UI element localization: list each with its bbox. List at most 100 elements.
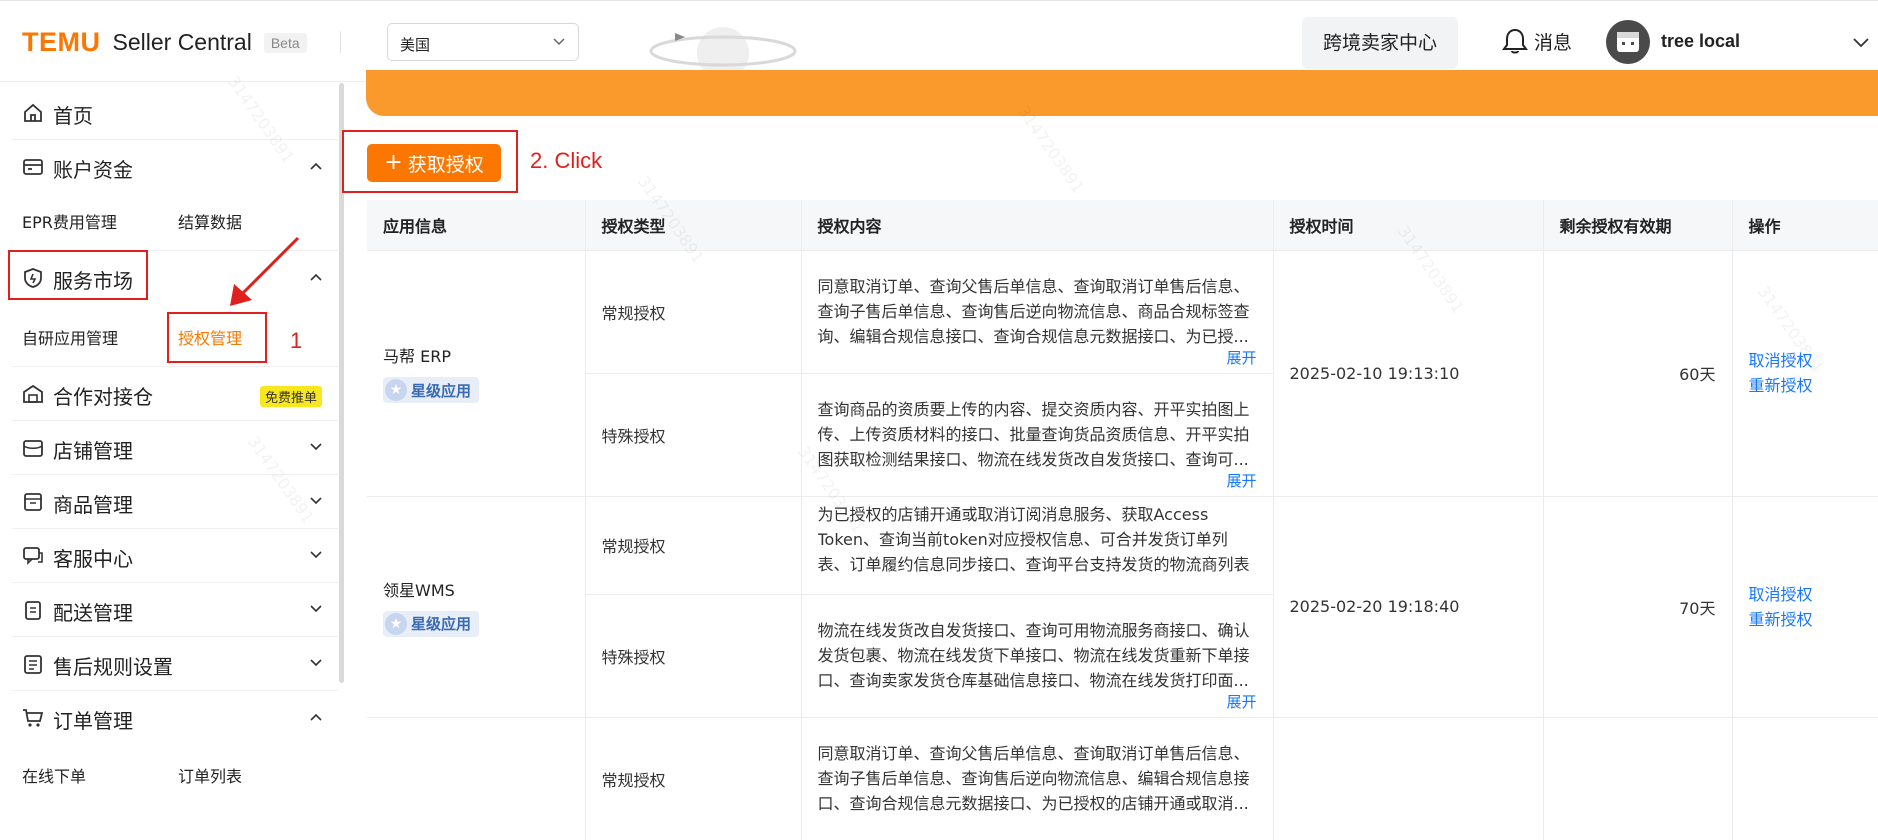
plus-icon: + [384, 150, 403, 175]
avatar[interactable] [1606, 20, 1650, 64]
chevron-down-icon [310, 497, 322, 505]
sidebar-item-goods[interactable]: 商品管理 [0, 475, 338, 527]
star-app-badge: ★ 星级应用 [383, 610, 480, 637]
home-icon [24, 103, 42, 122]
expand-link[interactable]: 展开 [1226, 346, 1256, 371]
auth-time [1273, 716, 1544, 840]
sidebar-item-home[interactable]: 首页 [0, 86, 338, 138]
star-icon: ★ [385, 612, 407, 635]
messages-button[interactable]: 消息 [1502, 27, 1572, 55]
sidebar-item-label: 配送管理 [53, 601, 133, 625]
region-value: 美国 [400, 36, 431, 54]
auth-time: 2025-02-20 19:18:40 [1273, 495, 1544, 717]
sidebar-item-label: 客服中心 [53, 547, 133, 571]
auth-type: 常规授权 [585, 716, 802, 840]
chevron-down-icon [310, 443, 322, 451]
table-row: 常规授权 同意取消订单、查询父售后单信息、查询取消订单售后信息、查询子售后单信息… [367, 716, 1878, 840]
watermark: 3147203891 [1013, 102, 1088, 197]
sidebar-subitem-order-list[interactable]: 订单列表 [178, 763, 242, 787]
sidebar-item-store[interactable]: 店铺管理 [0, 421, 338, 473]
sidebar-item-orders[interactable]: 订单管理 [0, 691, 338, 743]
header-divider [340, 31, 341, 53]
expand-link[interactable]: 展开 [1226, 690, 1256, 715]
sidebar-item-label: 售后规则设置 [53, 655, 173, 679]
auth-type: 特殊授权 [585, 593, 802, 717]
store-icon [23, 440, 43, 457]
annotation-step-2: 2. Click [530, 148, 603, 173]
star-app-label: 星级应用 [411, 615, 472, 633]
auth-type: 特殊授权 [585, 372, 802, 496]
beta-badge: Beta [263, 32, 307, 53]
column-header: 授权类型 [585, 200, 802, 250]
sidebar-subitem-settlement[interactable]: 结算数据 [178, 209, 242, 233]
table-header-row: 应用信息 授权类型 授权内容 授权时间 剩余授权有效期 操作 [367, 200, 1878, 250]
star-app-label: 星级应用 [411, 381, 472, 400]
user-name[interactable]: tree local [1661, 31, 1740, 52]
star-icon: ★ [385, 379, 407, 401]
operations-cell: 取消授权 重新授权 [1732, 495, 1878, 717]
annotation-box-service-market [8, 250, 148, 300]
chevron-up-icon [310, 713, 322, 721]
warehouse-icon [23, 384, 43, 403]
globe-decoration-icon [649, 27, 797, 71]
sidebar-item-after-sale-rules[interactable]: 售后规则设置 [0, 637, 338, 689]
remaining-validity [1543, 716, 1733, 840]
cancel-authorization-link[interactable]: 取消授权 [1749, 348, 1863, 373]
logo[interactable]: TEMU Seller Central Beta [22, 27, 307, 58]
chevron-down-icon [310, 551, 322, 559]
notice-banner [366, 70, 1878, 116]
table-row: 领星WMS ★ 星级应用 常规授权 为已授权的店铺开通或取消订阅消息服务、获取A… [367, 495, 1878, 717]
user-avatar-icon [1617, 32, 1639, 52]
acquire-authorization-label: 获取授权 [407, 153, 484, 176]
sidebar-item-label: 账户资金 [53, 158, 133, 182]
cross-border-center-button[interactable]: 跨境卖家中心 [1302, 17, 1458, 69]
sidebar-item-label: 合作对接仓 [53, 385, 153, 409]
sidebar: 首页 账户资金 EPR费用管理 结算数据 服务市场 自研应用管理 授权管理 合作… [0, 83, 346, 790]
cancel-authorization-link[interactable]: 取消授权 [1749, 582, 1863, 607]
sidebar-subitem-epr[interactable]: EPR费用管理 [22, 209, 117, 233]
sidebar-item-label: 店铺管理 [53, 439, 133, 463]
auth-content: 同意取消订单、查询父售后单信息、查询取消订单售后信息、查询子售后单信息、查询售后… [817, 744, 1250, 814]
auth-content: 为已授权的店铺开通或取消订阅消息服务、获取Access Token、查询当前to… [817, 504, 1250, 574]
sidebar-item-delivery[interactable]: 配送管理 [0, 583, 338, 635]
app-name[interactable]: 领星WMS [383, 577, 569, 601]
logo-product: Seller Central [112, 29, 252, 55]
sidebar-subitem-online-order[interactable]: 在线下单 [22, 763, 86, 787]
chevron-down-icon [310, 605, 322, 613]
expand-link[interactable]: 展开 [1226, 469, 1256, 494]
clipboard-icon [25, 601, 41, 620]
app-name[interactable]: 马帮 ERP [383, 343, 569, 367]
auth-content-cell: 同意取消订单、查询父售后单信息、查询取消订单售后信息、查询子售后单信息、查询售后… [801, 716, 1274, 840]
operations-cell: 取消授权 重新授权 [1732, 249, 1878, 496]
sidebar-item-customer-service[interactable]: 客服中心 [0, 529, 338, 581]
region-select[interactable]: 美国 [387, 23, 579, 61]
auth-content-cell: 查询商品的资质要上传的内容、提交资质内容、开平实拍图上传、上传资质材料的接口、批… [801, 372, 1274, 496]
app-info-cell: 领星WMS ★ 星级应用 [367, 495, 586, 717]
auth-type: 常规授权 [585, 249, 802, 373]
column-header: 授权内容 [801, 200, 1274, 250]
sidebar-item-label: 订单管理 [53, 709, 133, 733]
app-info-cell [367, 716, 586, 840]
auth-content-cell: 同意取消订单、查询父售后单信息、查询取消订单售后信息、查询子售后单信息、查询售后… [801, 249, 1274, 373]
wallet-icon [23, 159, 43, 175]
auth-type: 常规授权 [585, 495, 802, 594]
column-header: 应用信息 [367, 200, 586, 250]
cart-icon [23, 709, 44, 727]
sidebar-subitem-self-dev-apps[interactable]: 自研应用管理 [22, 325, 118, 349]
annotation-arrow-icon [230, 236, 300, 306]
free-push-badge: 免费推单 [260, 386, 323, 407]
rules-icon [24, 655, 42, 674]
chevron-down-icon [553, 38, 565, 46]
sidebar-item-account-funds[interactable]: 账户资金 [0, 140, 338, 192]
remaining-validity: 70天 [1543, 495, 1733, 717]
sidebar-item-label: 首页 [53, 104, 93, 128]
auth-content-cell: 物流在线发货改自发货接口、查询可用物流服务商接口、确认发货包裹、物流在线发货下单… [801, 593, 1274, 717]
acquire-authorization-button[interactable]: + 获取授权 [367, 144, 501, 182]
chevron-down-icon[interactable] [1852, 35, 1870, 49]
auth-content: 物流在线发货改自发货接口、查询可用物流服务商接口、确认发货包裹、物流在线发货下单… [817, 621, 1250, 690]
column-header: 授权时间 [1273, 200, 1544, 250]
reauthorize-link[interactable]: 重新授权 [1749, 607, 1863, 632]
sidebar-item-label: 商品管理 [53, 493, 133, 517]
authorization-table: 应用信息 授权类型 授权内容 授权时间 剩余授权有效期 操作 马帮 ERP ★ … [367, 200, 1878, 840]
reauthorize-link[interactable]: 重新授权 [1749, 373, 1863, 398]
